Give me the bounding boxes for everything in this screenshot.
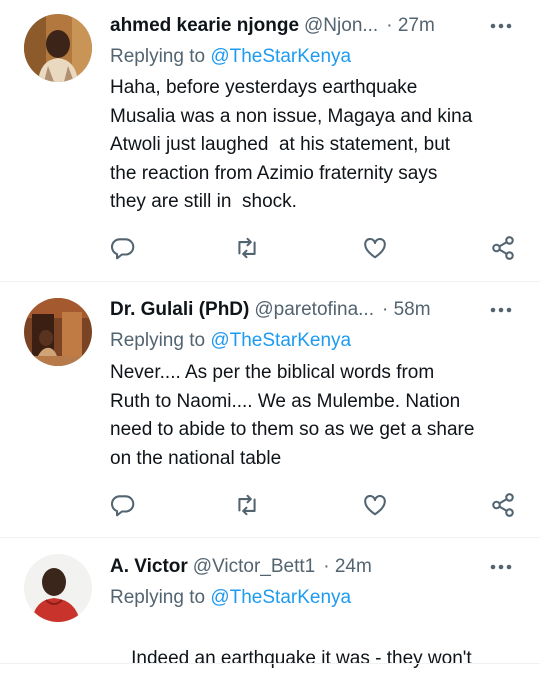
avatar[interactable] (24, 14, 92, 82)
replying-to: Replying to @TheStarKenya (110, 587, 351, 609)
tweet-2[interactable]: Dr. Gulali (PhD) @paretofina... · 58m Re… (0, 282, 540, 537)
tweet-text-content: Indeed an earthquake it was - they won't… (131, 647, 472, 669)
divider (0, 663, 540, 664)
tweet-actions (110, 492, 520, 522)
more-icon[interactable] (484, 553, 518, 581)
replying-to: Replying to @TheStarKenya (110, 330, 351, 352)
replying-to: Replying to @TheStarKenya (110, 46, 351, 68)
avatar[interactable] (24, 554, 92, 622)
reply-icon[interactable] (110, 235, 138, 263)
heart-icon[interactable] (362, 235, 390, 263)
avatar[interactable] (24, 298, 92, 366)
tweet-actions (110, 235, 520, 265)
tweet-3[interactable]: A. Victor @Victor_Bett1 · 24m Replying t… (0, 538, 540, 673)
replying-to-handle[interactable]: @TheStarKenya (210, 46, 351, 67)
share-icon[interactable] (490, 492, 518, 520)
replying-to-handle[interactable]: @TheStarKenya (210, 587, 351, 608)
display-name[interactable]: Dr. Gulali (PhD) (110, 299, 249, 321)
reply-icon[interactable] (110, 492, 138, 520)
username[interactable]: @paretofina... (254, 299, 374, 321)
timestamp[interactable]: · 24m (323, 556, 372, 578)
retweet-icon[interactable] (234, 492, 262, 520)
replying-to-label: Replying to (110, 46, 206, 67)
retweet-icon[interactable] (234, 235, 262, 263)
timestamp[interactable]: · 58m (382, 299, 431, 321)
display-name[interactable]: A. Victor (110, 556, 188, 578)
share-icon[interactable] (490, 235, 518, 263)
tweet-1[interactable]: ahmed kearie njonge @Njon... · 27m Reply… (0, 0, 540, 281)
more-icon[interactable] (484, 296, 518, 324)
tweet-text: Never.... As per the biblical words from… (110, 362, 475, 469)
replying-to-handle[interactable]: @TheStarKenya (210, 330, 351, 351)
tweet-text: Indeed an earthquake it was - they won't… (110, 616, 514, 673)
timestamp[interactable]: · 27m (386, 15, 435, 37)
username[interactable]: @Njon... (304, 15, 378, 37)
username[interactable]: @Victor_Bett1 (193, 556, 315, 578)
tweet-text: Haha, before yesterdays earthquake Musal… (110, 77, 473, 212)
replying-to-label: Replying to (110, 330, 206, 351)
more-icon[interactable] (484, 12, 518, 40)
display-name[interactable]: ahmed kearie njonge (110, 15, 299, 37)
heart-icon[interactable] (362, 492, 390, 520)
replying-to-label: Replying to (110, 587, 206, 608)
